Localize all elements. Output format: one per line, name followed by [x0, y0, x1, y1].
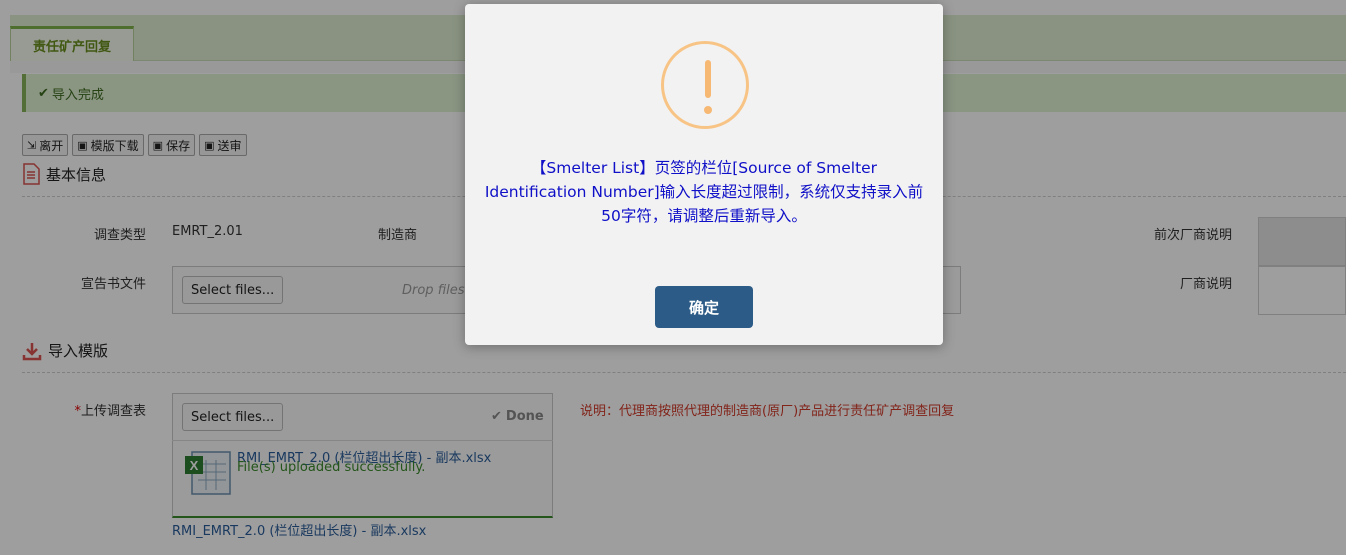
warning-dot: [704, 106, 712, 114]
warning-icon: [661, 41, 749, 129]
alert-message: 【Smelter List】页签的栏位[Source of Smelter Id…: [484, 159, 924, 225]
alert-dialog: 【Smelter List】页签的栏位[Source of Smelter Id…: [465, 4, 943, 345]
confirm-button[interactable]: 确定: [655, 286, 753, 328]
warning-bar: [705, 60, 711, 98]
